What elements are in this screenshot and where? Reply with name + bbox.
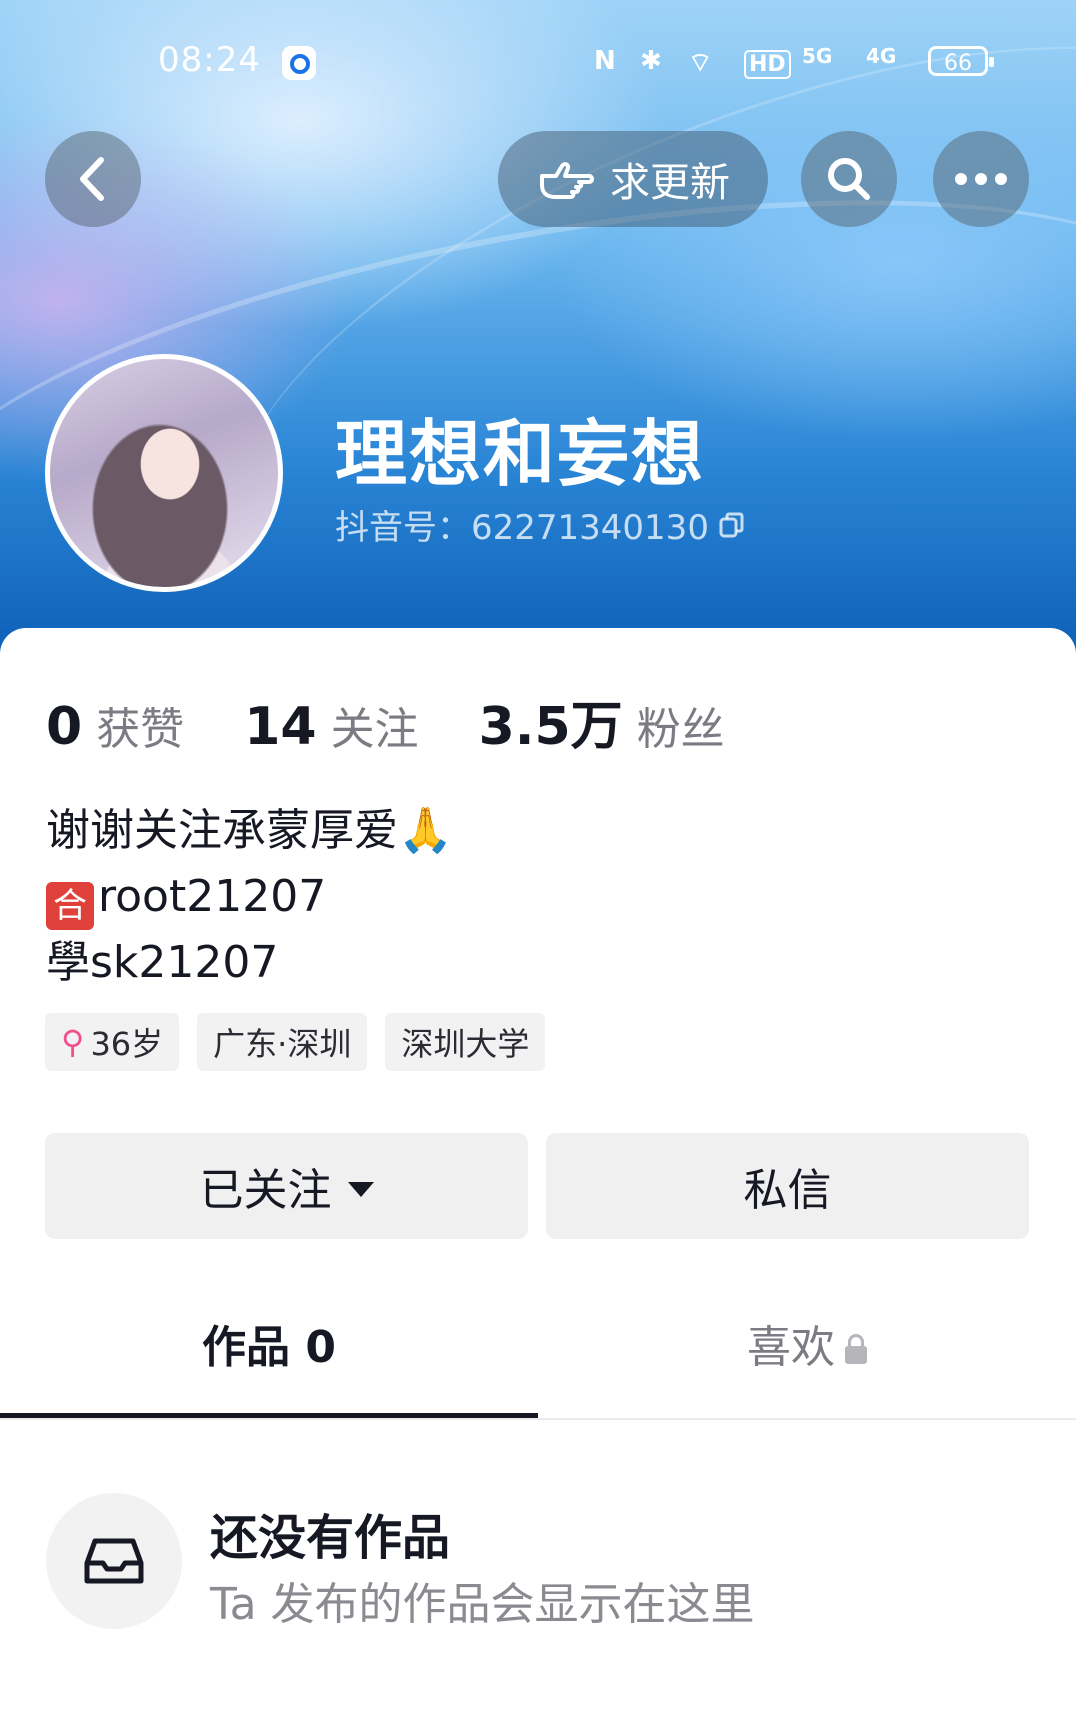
5g-signal-icon: 5G — [802, 44, 833, 68]
stat-followers-label: 粉丝 — [636, 704, 725, 755]
tag-age-text: 36岁 — [90, 1025, 164, 1063]
wifi-icon: ⌔ — [688, 48, 713, 78]
tab-works-label: 作品 0 — [202, 1322, 336, 1373]
female-icon: ⚲ — [61, 1023, 85, 1061]
profile-tags: ⚲ 36岁 广东·深圳 深圳大学 — [45, 1013, 546, 1071]
stat-likes[interactable]: 0 获赞 — [46, 693, 184, 757]
status-bar: 08:24 N ✱ ⌔ HD 5G 4G 66 — [0, 40, 1076, 86]
chevron-left-icon — [80, 157, 104, 201]
tab-works[interactable]: 作品 0 — [0, 1308, 538, 1388]
search-button[interactable] — [801, 131, 897, 227]
message-button[interactable]: 私信 — [546, 1133, 1029, 1239]
tab-divider — [0, 1418, 1076, 1420]
douyin-id-text: 抖音号：62271340130 — [335, 508, 709, 548]
pointing-hand-icon — [540, 162, 594, 199]
bio-line: 合 root21207 — [46, 864, 453, 930]
tag-age: ⚲ 36岁 — [45, 1013, 180, 1071]
stat-following-label: 关注 — [330, 704, 419, 755]
battery-indicator: 66 — [928, 46, 994, 76]
message-label: 私信 — [743, 1165, 832, 1216]
hd-icon: HD — [744, 50, 791, 79]
lock-icon — [845, 1334, 867, 1364]
empty-state-title: 还没有作品 — [210, 1510, 451, 1566]
request-update-button[interactable]: 求更新 — [498, 131, 768, 227]
stat-likes-label: 获赞 — [96, 704, 185, 755]
avatar[interactable] — [45, 354, 283, 592]
douyin-id[interactable]: 抖音号：62271340130 — [335, 500, 747, 549]
empty-inbox-icon — [46, 1493, 182, 1629]
stat-followers-value: 3.5万 — [478, 697, 623, 757]
bluetooth-icon: ✱ — [640, 46, 662, 76]
profile-nickname: 理想和妄想 — [335, 412, 706, 496]
status-time: 08:24 — [158, 40, 261, 80]
caret-down-icon — [347, 1181, 374, 1197]
bio-line: 谢谢关注承蒙厚爱🙏 — [46, 805, 453, 856]
profile-bio: 谢谢关注承蒙厚爱🙏 合 root21207 學sk21207 — [46, 798, 453, 996]
bio-contact-text: root21207 — [98, 871, 327, 922]
app-notification-icon — [282, 46, 316, 80]
followed-button[interactable]: 已关注 — [45, 1133, 528, 1239]
more-options-button[interactable] — [933, 131, 1029, 227]
profile-stats: 0 获赞 14 关注 3.5万 粉丝 — [46, 684, 785, 759]
empty-state-subtitle: Ta 发布的作品会显示在这里 — [210, 1579, 755, 1630]
stat-followers[interactable]: 3.5万 粉丝 — [479, 684, 725, 759]
tab-liked[interactable]: 喜欢 — [538, 1308, 1076, 1388]
stat-following[interactable]: 14 关注 — [244, 693, 418, 757]
tag-school: 深圳大学 — [385, 1013, 546, 1071]
tag-location: 广东·深圳 — [197, 1013, 368, 1071]
tab-liked-label: 喜欢 — [747, 1322, 835, 1373]
nfc-icon: N — [594, 46, 616, 76]
search-icon — [828, 158, 870, 200]
stat-likes-value: 0 — [46, 697, 83, 757]
4g-signal-icon: 4G — [866, 44, 897, 68]
bio-line: 學sk21207 — [46, 937, 279, 988]
copy-icon[interactable] — [717, 510, 747, 540]
profile-card: 0 获赞 14 关注 3.5万 粉丝 谢谢关注承蒙厚爱🙏 合 root21207 … — [0, 628, 1076, 1726]
more-dots-icon — [955, 173, 1007, 185]
stat-following-value: 14 — [244, 697, 317, 757]
tag-location-text: 广东·深圳 — [213, 1025, 352, 1063]
request-update-label: 求更新 — [610, 160, 730, 206]
cooperation-badge-icon: 合 — [46, 882, 94, 930]
followed-label: 已关注 — [199, 1165, 332, 1216]
tag-school-text: 深圳大学 — [401, 1025, 530, 1063]
back-button[interactable] — [45, 131, 141, 227]
profile-banner: 08:24 N ✱ ⌔ HD 5G 4G 66 求更新 理想和妄想 抖音号：62… — [0, 0, 1076, 660]
